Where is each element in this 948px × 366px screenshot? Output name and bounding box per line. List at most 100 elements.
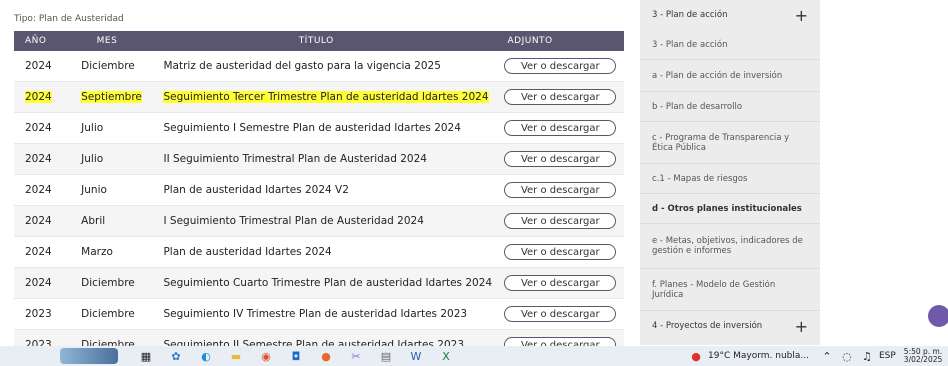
view-download-button[interactable]: Ver o descargar (504, 213, 617, 229)
table-row: 2024 Junio Plan de austeridad Idartes 2024… (14, 175, 624, 206)
sidebar-group-label: 4 - Proyectos de inversión (652, 321, 763, 331)
weather-text[interactable]: 19°C Mayorm. nubla... (708, 351, 809, 361)
windows-taskbar: ▦ ✿ ◐ ▬ ◉ ◘ ● ✂ ▤ W X ● 19°C Mayorm. nub… (0, 346, 948, 366)
firefox-icon[interactable]: ● (318, 349, 334, 363)
search-thumbnail[interactable] (60, 348, 118, 364)
clock[interactable]: 5:50 p. m. 3/02/2025 (904, 348, 942, 364)
cell-title: Plan de austeridad Idartes 2024 (163, 246, 332, 258)
cell-title: I Seguimiento Trimestral Plan de Austeri… (163, 215, 424, 227)
sidebar-menu: 3 - Plan de acción + 3 - Plan de acción a… (640, 0, 820, 345)
table-row: 2024 Julio Seguimiento I Semestre Plan de … (14, 113, 624, 144)
table-row: 2024 Diciembre Seguimiento Cuarto Trimestr… (14, 268, 624, 299)
table-row: 2024 Diciembre Matriz de austeridad del ga… (14, 51, 624, 82)
cell-title: Seguimiento Cuarto Trimestre Plan de aus… (163, 277, 493, 289)
edge-icon[interactable]: ◐ (198, 349, 214, 363)
cell-month: Diciembre (81, 308, 135, 320)
view-download-button[interactable]: Ver o descargar (504, 306, 617, 322)
table-row: 2024 Julio II Seguimiento Trimestral Plan … (14, 144, 624, 175)
cell-year: 2024 (25, 215, 52, 227)
cell-attachment: Ver o descargar (497, 120, 624, 136)
cell-month: Septiembre (81, 91, 142, 103)
view-download-button[interactable]: Ver o descargar (504, 58, 617, 74)
weather-icon: ● (691, 349, 701, 363)
sidebar-item[interactable]: c - Programa de Transparencia y Ética Pú… (640, 122, 820, 164)
table-row: 2024 Marzo Plan de austeridad Idartes 2024… (14, 237, 624, 268)
header-year: AÑO (25, 36, 47, 46)
task-view-icon[interactable]: ▦ (138, 349, 154, 363)
language-indicator[interactable]: ESP (879, 351, 896, 361)
cell-title: Seguimiento Tercer Trimestre Plan de aus… (163, 91, 489, 103)
cell-year: 2024 (25, 153, 52, 165)
word-icon[interactable]: W (408, 349, 424, 363)
cell-attachment: Ver o descargar (497, 58, 624, 74)
sidebar-item[interactable]: e - Metas, objetivos, indicadores de ges… (640, 224, 820, 269)
cell-month: Diciembre (81, 277, 135, 289)
cell-year: 2024 (25, 60, 52, 72)
sidebar-item[interactable]: c.1 - Mapas de riesgos (640, 164, 820, 194)
cell-month: Abril (81, 215, 106, 227)
cell-month: Junio (81, 184, 107, 196)
cell-attachment: Ver o descargar (497, 244, 624, 260)
documents-table: AÑO MES TÍTULO ADJUNTO 2024 Diciembre Matr… (14, 31, 624, 361)
sidebar-item[interactable]: a - Plan de acción de inversión (640, 60, 820, 92)
cell-title: Plan de austeridad Idartes 2024 V2 (163, 184, 349, 196)
sidebar-items: 3 - Plan de acción a - Plan de acción de … (640, 30, 820, 311)
table-row: 2024 Abril I Seguimiento Trimestral Plan d… (14, 206, 624, 237)
cell-year: 2024 (25, 184, 52, 196)
network-icon[interactable]: ◌ (839, 349, 855, 363)
widgets-icon[interactable]: ✿ (168, 349, 184, 363)
view-download-button[interactable]: Ver o descargar (504, 275, 617, 291)
sidebar-item[interactable]: b - Plan de desarrollo (640, 92, 820, 122)
view-download-button[interactable]: Ver o descargar (504, 89, 617, 105)
table-header: AÑO MES TÍTULO ADJUNTO (14, 31, 624, 51)
cell-title: Matriz de austeridad del gasto para la v… (163, 60, 441, 72)
cell-attachment: Ver o descargar (497, 306, 624, 322)
cell-attachment: Ver o descargar (497, 182, 624, 198)
cell-attachment: Ver o descargar (497, 151, 624, 167)
cell-year: 2024 (25, 277, 52, 289)
volume-icon[interactable]: ♫ (859, 349, 875, 363)
table-row: 2024 Septiembre Seguimiento Tercer Trimest… (14, 82, 624, 113)
cell-month: Marzo (81, 246, 113, 258)
plus-icon[interactable]: + (795, 317, 808, 336)
cell-year: 2024 (25, 246, 52, 258)
cell-attachment: Ver o descargar (497, 275, 624, 291)
sidebar-item[interactable]: 3 - Plan de acción (640, 30, 820, 60)
header-month: MES (96, 36, 118, 46)
view-download-button[interactable]: Ver o descargar (504, 151, 617, 167)
sidebar-item[interactable]: d - Otros planes institucionales (640, 194, 820, 224)
chevron-up-icon[interactable]: ⌃ (819, 349, 835, 363)
calculator-icon[interactable]: ▤ (378, 349, 394, 363)
clock-date: 3/02/2025 (903, 355, 943, 364)
file-explorer-icon[interactable]: ▬ (228, 349, 244, 363)
view-download-button[interactable]: Ver o descargar (504, 182, 617, 198)
header-title: TÍTULO (298, 36, 334, 46)
cell-year: 2024 (25, 91, 52, 103)
snipping-tool-icon[interactable]: ✂ (348, 349, 364, 363)
floating-chat-button[interactable] (928, 305, 948, 327)
cell-title: Seguimiento I Semestre Plan de austerida… (163, 122, 461, 134)
cell-attachment: Ver o descargar (497, 213, 624, 229)
table-body: 2024 Diciembre Matriz de austeridad del ga… (14, 51, 624, 361)
cell-month: Diciembre (81, 60, 135, 72)
page-type-label: Tipo: Plan de Austeridad (14, 14, 124, 24)
cell-attachment: Ver o descargar (497, 89, 624, 105)
view-download-button[interactable]: Ver o descargar (504, 244, 617, 260)
sidebar-item[interactable]: f. Planes - Modelo de Gestión Jurídica (640, 269, 820, 311)
excel-icon[interactable]: X (438, 349, 454, 363)
cell-title: Seguimiento IV Trimestre Plan de austeri… (163, 308, 468, 320)
table-row: 2023 Diciembre Seguimiento IV Trimestre Pl… (14, 299, 624, 330)
cell-year: 2023 (25, 308, 52, 320)
chrome-icon[interactable]: ◉ (258, 349, 274, 363)
plus-icon[interactable]: + (795, 6, 808, 25)
outlook-icon[interactable]: ◘ (288, 349, 304, 363)
sidebar-group-proyectos[interactable]: 4 - Proyectos de inversión + (640, 311, 820, 341)
cell-month: Julio (81, 122, 104, 134)
header-attachment: ADJUNTO (507, 36, 553, 46)
view-download-button[interactable]: Ver o descargar (504, 120, 617, 136)
cell-year: 2024 (25, 122, 52, 134)
sidebar-group-label: 3 - Plan de acción (652, 10, 728, 20)
cell-title: II Seguimiento Trimestral Plan de Auster… (163, 153, 427, 165)
sidebar-group-plan-accion[interactable]: 3 - Plan de acción + (640, 0, 820, 30)
cell-month: Julio (81, 153, 104, 165)
